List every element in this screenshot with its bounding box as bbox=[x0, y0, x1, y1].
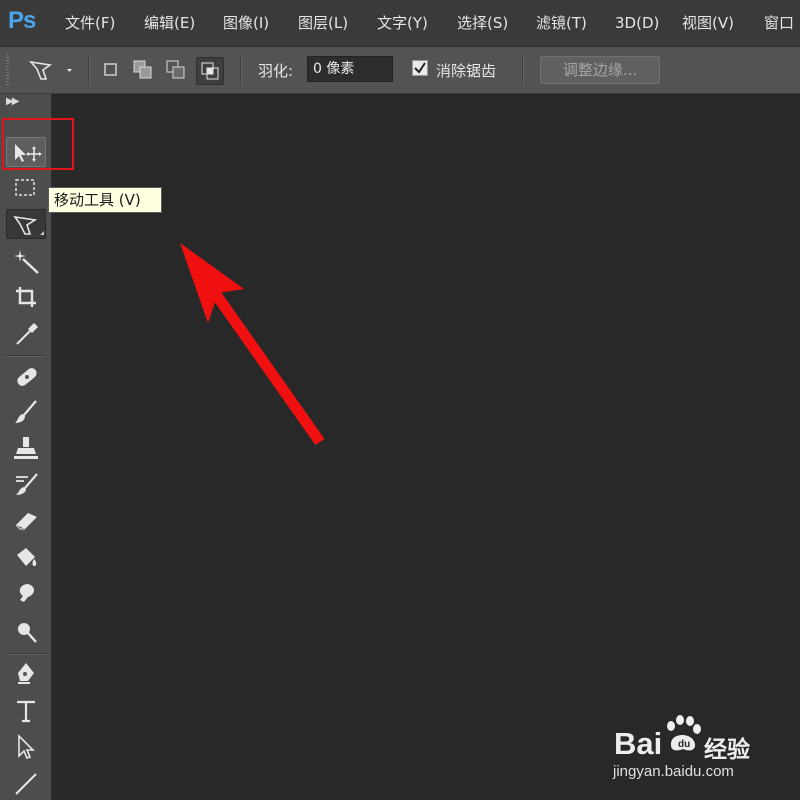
brush-tool[interactable] bbox=[6, 397, 46, 427]
history-brush-icon bbox=[16, 473, 38, 495]
red-arrow-annotation bbox=[180, 243, 325, 446]
chevron-down-icon bbox=[67, 69, 72, 72]
menu-filter[interactable]: 滤镜(T) bbox=[536, 0, 587, 46]
line-icon bbox=[15, 773, 37, 795]
divider bbox=[240, 55, 242, 85]
options-bar-grip[interactable] bbox=[6, 54, 9, 86]
collapse-toolbox-icon[interactable]: ▶▶ bbox=[6, 96, 19, 107]
blur-tool[interactable] bbox=[6, 580, 46, 610]
toolbox-divider bbox=[6, 355, 46, 357]
divider bbox=[88, 55, 90, 85]
magic-wand-icon bbox=[14, 250, 39, 274]
menu-type[interactable]: 文字(Y) bbox=[377, 0, 428, 46]
pen-tool[interactable] bbox=[6, 659, 46, 689]
bandage-icon bbox=[17, 368, 37, 386]
stamp-icon bbox=[14, 437, 38, 459]
eyedropper-tool[interactable] bbox=[6, 318, 46, 348]
add-selection-button[interactable] bbox=[130, 57, 156, 83]
eyedropper-icon bbox=[16, 323, 38, 345]
menu-view[interactable]: 视图(V) bbox=[682, 0, 734, 46]
brush-icon bbox=[15, 400, 37, 423]
paint-bucket-tool[interactable] bbox=[6, 542, 46, 572]
polygon-lasso-icon bbox=[13, 215, 44, 235]
toolbox-divider bbox=[6, 653, 46, 655]
menu-bar: Ps 文件(F) 编辑(E) 图像(I) 图层(L) 文字(Y) 选择(S) 滤… bbox=[0, 0, 800, 47]
feather-input[interactable]: 0 像素 bbox=[307, 56, 393, 82]
marquee-tool[interactable] bbox=[6, 172, 46, 202]
subtract-selection-button[interactable] bbox=[163, 57, 189, 83]
pen-icon bbox=[18, 663, 34, 684]
magic-wand-tool[interactable] bbox=[6, 246, 46, 276]
eraser-icon bbox=[15, 513, 37, 530]
menu-window[interactable]: 窗口 bbox=[764, 0, 794, 46]
path-select-icon bbox=[18, 734, 35, 759]
antialias-checkbox[interactable] bbox=[412, 60, 428, 76]
watermark-brand: Bai bbox=[614, 726, 663, 761]
line-tool[interactable] bbox=[6, 768, 46, 798]
dodge-tool[interactable] bbox=[6, 617, 46, 647]
path-select-tool[interactable] bbox=[6, 732, 46, 762]
divider bbox=[522, 55, 524, 85]
type-tool[interactable] bbox=[6, 696, 46, 726]
lasso-tool[interactable] bbox=[6, 209, 46, 239]
dodge-icon bbox=[18, 623, 37, 643]
feather-label: 羽化: bbox=[258, 62, 294, 80]
blur-icon bbox=[19, 584, 34, 602]
new-selection-button[interactable] bbox=[98, 57, 124, 83]
add-selection-icon bbox=[133, 60, 152, 79]
ps-logo: Ps bbox=[8, 7, 36, 34]
svg-text:du: du bbox=[678, 739, 690, 750]
menu-layer[interactable]: 图层(L) bbox=[298, 0, 348, 46]
intersect-selection-button[interactable] bbox=[196, 57, 224, 85]
menu-file[interactable]: 文件(F) bbox=[65, 0, 115, 46]
highlight-box bbox=[2, 118, 74, 170]
antialias-label: 消除锯齿 bbox=[436, 62, 497, 80]
type-icon bbox=[17, 700, 35, 723]
new-selection-icon bbox=[104, 63, 117, 76]
eraser-tool[interactable] bbox=[6, 505, 46, 535]
menu-image[interactable]: 图像(I) bbox=[223, 0, 269, 46]
paint-bucket-icon bbox=[17, 548, 37, 566]
watermark-url: jingyan.baidu.com bbox=[613, 763, 734, 780]
refine-edge-button[interactable]: 调整边缘... bbox=[540, 56, 660, 84]
menu-select[interactable]: 选择(S) bbox=[457, 0, 508, 46]
watermark-brand-cn: 经验 bbox=[704, 737, 750, 763]
healing-tool[interactable] bbox=[6, 362, 46, 392]
crop-icon bbox=[16, 287, 36, 307]
menu-3d[interactable]: 3D(D) bbox=[615, 0, 659, 46]
options-bar bbox=[0, 47, 800, 94]
stamp-tool[interactable] bbox=[6, 433, 46, 463]
polygon-lasso-icon bbox=[28, 60, 72, 80]
subtract-selection-icon bbox=[166, 60, 185, 79]
rect-marquee-icon bbox=[15, 179, 35, 196]
tool-preset-picker[interactable] bbox=[28, 57, 78, 83]
baidu-paw-icon: du bbox=[667, 715, 701, 751]
history-brush-tool[interactable] bbox=[6, 469, 46, 499]
crop-tool[interactable] bbox=[6, 282, 46, 312]
intersect-selection-icon bbox=[201, 62, 219, 80]
menu-edit[interactable]: 编辑(E) bbox=[144, 0, 195, 46]
tool-tooltip: 移动工具 (V) bbox=[48, 187, 162, 213]
checkmark-icon bbox=[414, 62, 426, 74]
